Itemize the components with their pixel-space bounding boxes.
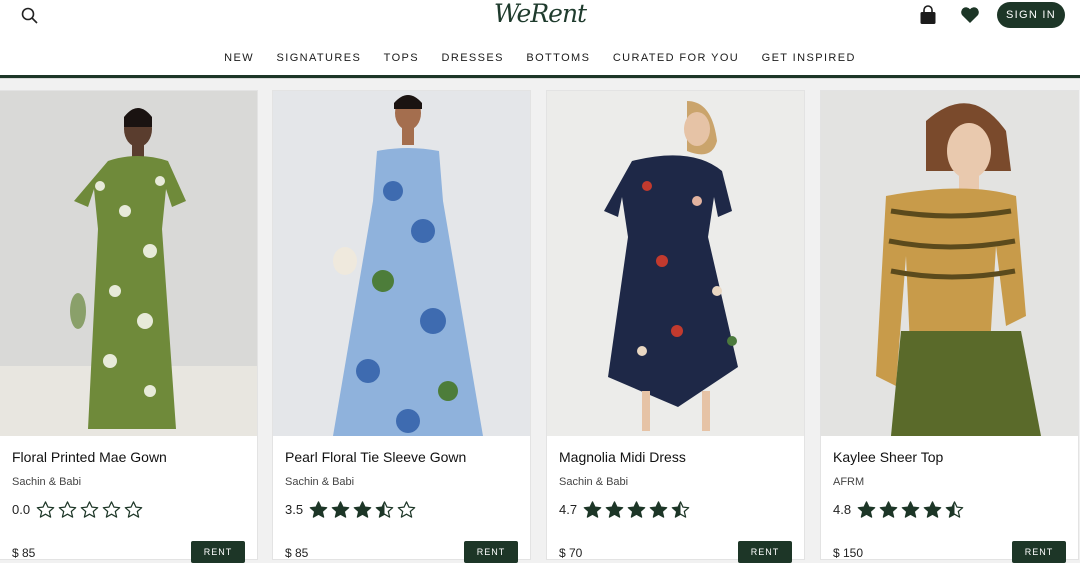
rent-button[interactable]: RENT [191, 541, 245, 563]
star-icon [671, 500, 690, 518]
product-rating: 4.7 [559, 499, 693, 519]
header-divider-light [0, 78, 1080, 79]
product-title[interactable]: Kaylee Sheer Top [833, 449, 943, 465]
product-price: $ 70 [559, 546, 583, 560]
nav-get-inspired[interactable]: GET INSPIRED [762, 52, 856, 64]
rating-stars [857, 500, 967, 519]
star-icon [331, 500, 350, 518]
product-title[interactable]: Pearl Floral Tie Sleeve Gown [285, 449, 466, 465]
nav-signatures[interactable]: SIGNATURES [277, 52, 362, 64]
product-rating: 4.8 [833, 499, 967, 519]
product-image[interactable] [821, 91, 1078, 436]
star-icon [309, 500, 328, 518]
product-card[interactable]: Kaylee Sheer Top AFRM 4.8 $ 150 RENT [820, 90, 1079, 563]
rating-value: 4.7 [559, 501, 578, 517]
star-icon [649, 500, 668, 518]
star-icon [945, 500, 964, 518]
product-image[interactable] [273, 91, 530, 436]
nav-new[interactable]: NEW [224, 52, 254, 64]
star-icon [36, 500, 55, 518]
product-card[interactable]: Floral Printed Mae Gown Sachin & Babi 0.… [0, 90, 258, 563]
product-price: $ 85 [285, 546, 309, 560]
product-image[interactable] [547, 91, 804, 436]
rating-stars [36, 500, 146, 519]
star-icon [353, 500, 372, 518]
star-icon [102, 500, 121, 518]
product-brand: Sachin & Babi [285, 476, 355, 488]
star-icon [901, 500, 920, 518]
rating-stars [583, 500, 693, 519]
star-icon [879, 500, 898, 518]
star-icon [124, 500, 143, 518]
product-card[interactable]: Pearl Floral Tie Sleeve Gown Sachin & Ba… [272, 90, 531, 563]
product-price: $ 85 [12, 546, 36, 560]
product-image[interactable] [0, 91, 257, 436]
star-icon [857, 500, 876, 518]
nav-curated-for-you[interactable]: CURATED FOR YOU [613, 52, 739, 64]
star-icon [583, 500, 602, 518]
site-header: WeRent SIGN IN NEW SIGNATURES TOPS DRESS… [0, 0, 1080, 75]
rent-button[interactable]: RENT [738, 541, 792, 563]
star-icon [375, 500, 394, 518]
product-rating: 3.5 [285, 499, 419, 519]
rating-value: 4.8 [833, 501, 852, 517]
rating-value: 0.0 [12, 501, 31, 517]
rent-button[interactable]: RENT [464, 541, 518, 563]
product-price: $ 150 [833, 546, 864, 560]
product-title[interactable]: Magnolia Midi Dress [559, 449, 686, 465]
heart-icon[interactable] [960, 6, 980, 24]
rating-value: 3.5 [285, 501, 304, 517]
product-brand: Sachin & Babi [12, 476, 82, 488]
main-nav: NEW SIGNATURES TOPS DRESSES BOTTOMS CURA… [0, 52, 1080, 64]
nav-bottoms[interactable]: BOTTOMS [526, 52, 590, 64]
star-icon [80, 500, 99, 518]
product-brand: Sachin & Babi [559, 476, 629, 488]
star-icon [627, 500, 646, 518]
star-icon [58, 500, 77, 518]
rent-button[interactable]: RENT [1012, 541, 1066, 563]
product-rating: 0.0 [12, 499, 146, 519]
rating-stars [309, 500, 419, 519]
bag-icon[interactable] [918, 5, 938, 25]
star-icon [923, 500, 942, 518]
star-icon [397, 500, 416, 518]
product-title[interactable]: Floral Printed Mae Gown [12, 449, 167, 465]
nav-dresses[interactable]: DRESSES [442, 52, 504, 64]
product-card[interactable]: Magnolia Midi Dress Sachin & Babi 4.7 $ … [546, 90, 805, 563]
sign-in-button[interactable]: SIGN IN [997, 2, 1065, 28]
star-icon [605, 500, 624, 518]
nav-tops[interactable]: TOPS [384, 52, 419, 64]
product-brand: AFRM [833, 476, 865, 488]
